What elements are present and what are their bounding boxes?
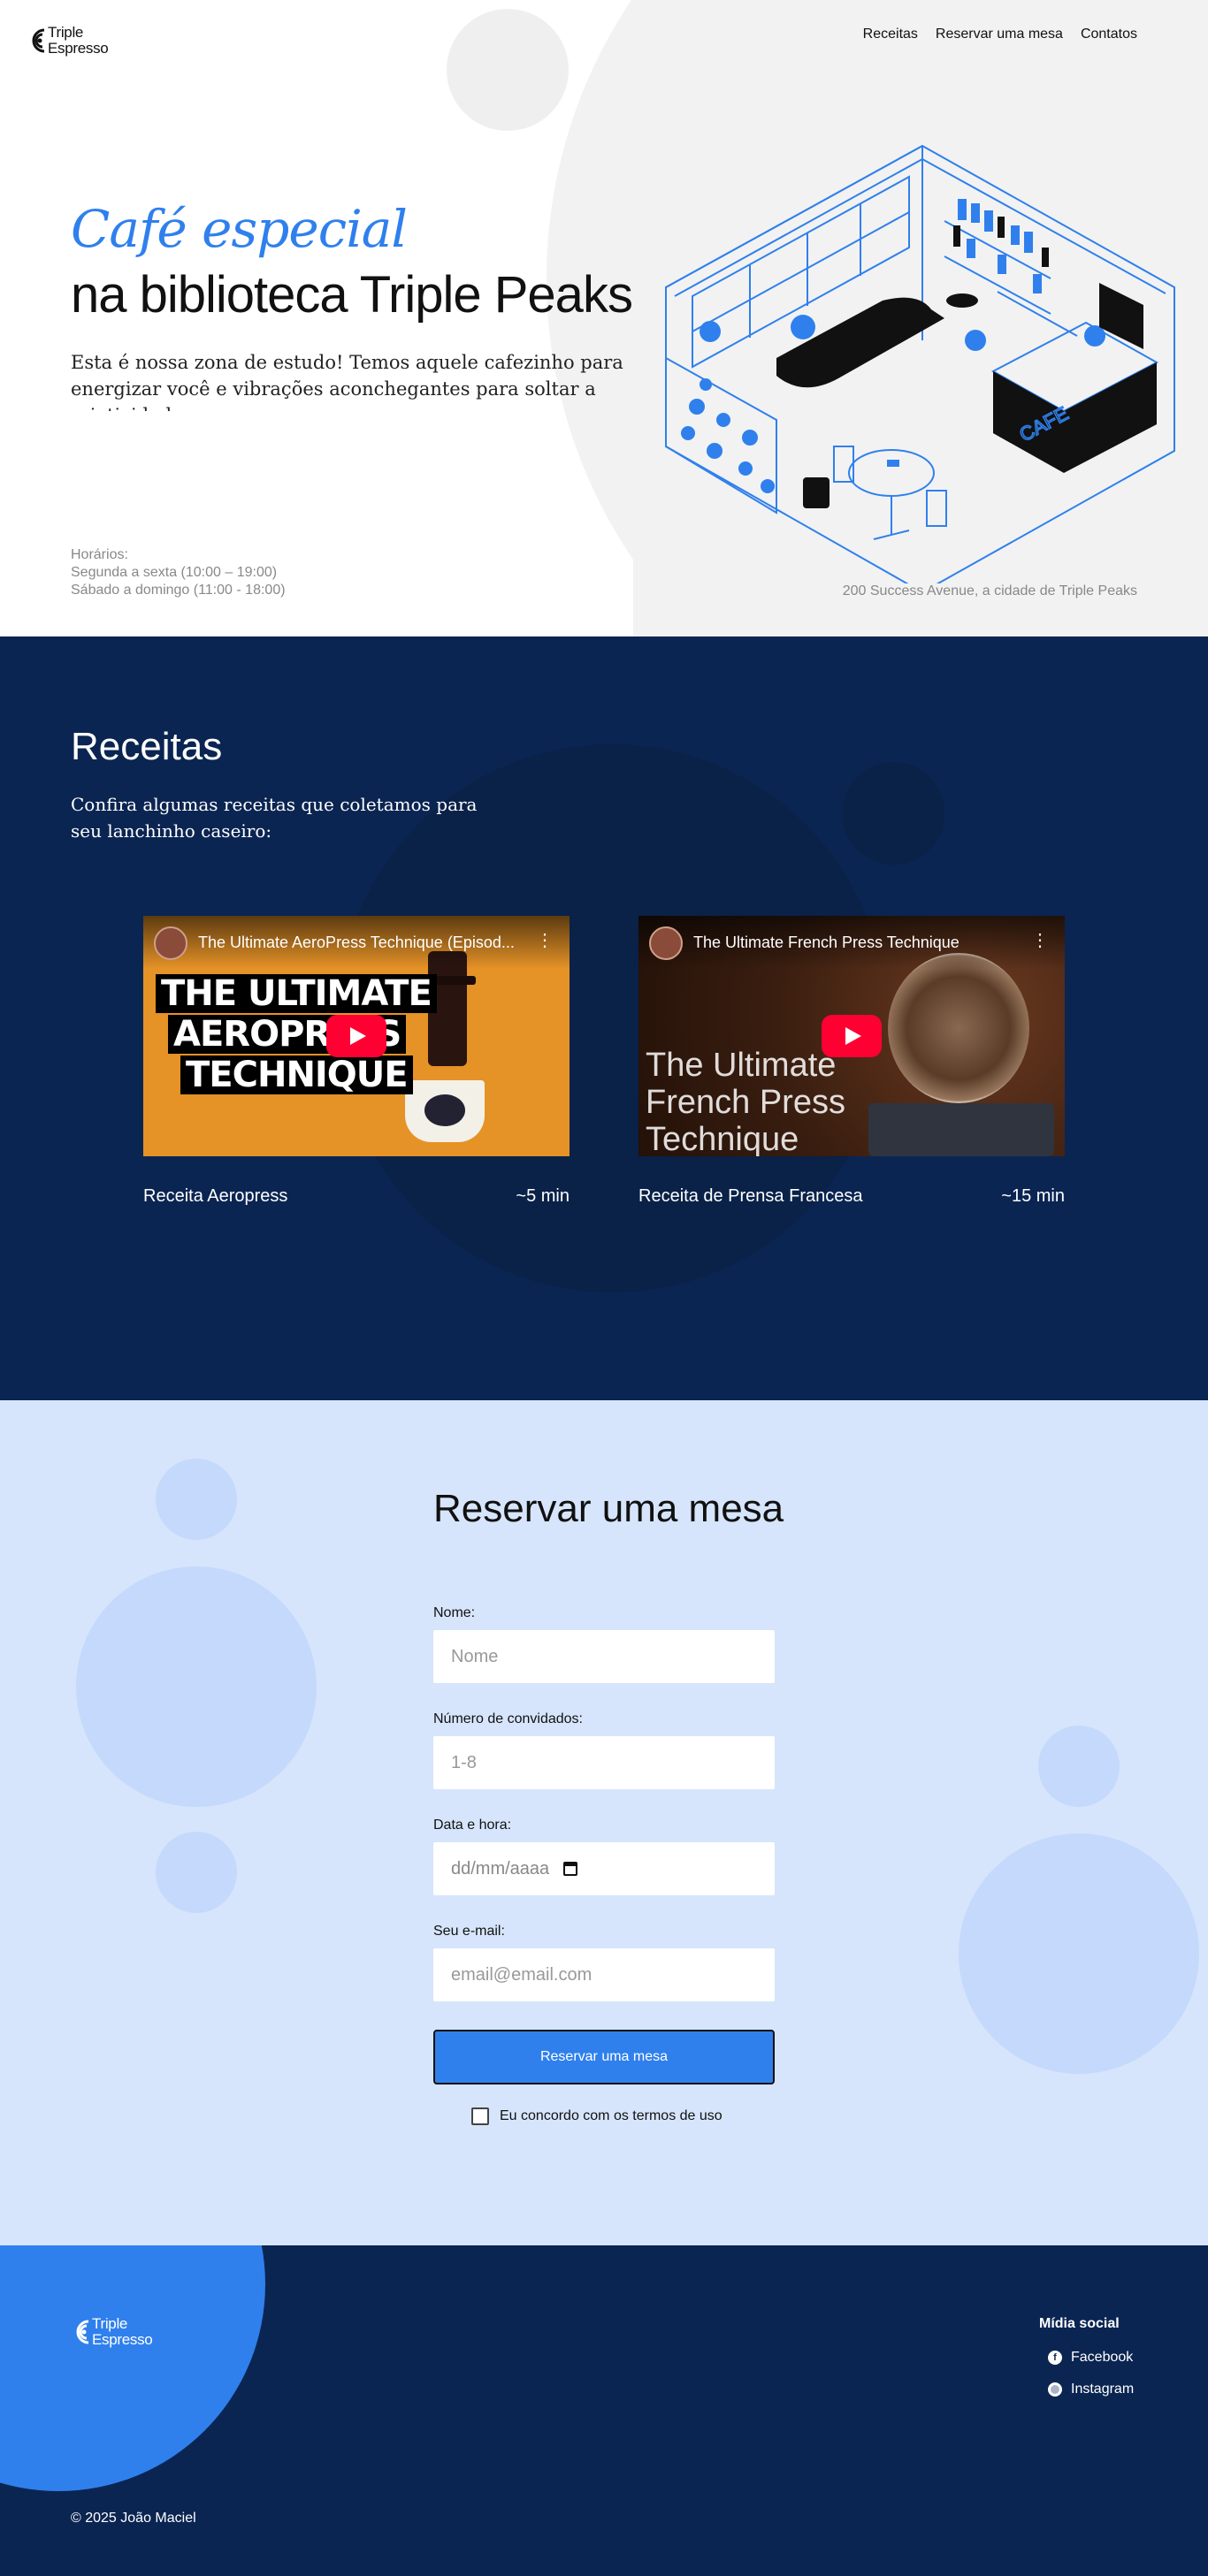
address: 200 Success Avenue, a cidade de Triple P… — [842, 583, 1137, 598]
recipe-name: Receita Aeropress — [143, 1186, 288, 1206]
logo-text-line2: Espresso — [48, 40, 109, 57]
play-icon[interactable] — [326, 1015, 386, 1057]
reservation-section: Reservar uma mesa Nome: Número de convid… — [0, 1400, 1208, 2245]
hero-description: Esta é nossa zona de estudo! Temos aquel… — [71, 352, 623, 411]
facebook-icon: f — [1048, 2351, 1062, 2365]
thumbnail-text: THE ULTIMATE AEROPRESS TECHNIQUE — [156, 974, 437, 1096]
date-placeholder: dd/mm/aaaa — [451, 1858, 550, 1879]
opening-hours: Horários: Segunda a sexta (10:00 – 19:00… — [71, 546, 286, 599]
logo-icon — [76, 2320, 89, 2344]
footer-logo[interactable]: Triple Espresso — [71, 2315, 153, 2348]
thumbnail-text-line3: TECHNIQUE — [180, 1056, 413, 1094]
recipes-section: Receitas Confira algumas receitas que co… — [0, 636, 1208, 1400]
decor-circle — [156, 1832, 237, 1913]
hours-label: Horários: — [71, 547, 128, 562]
name-field-box — [433, 1630, 775, 1683]
nav-link-reservar[interactable]: Reservar uma mesa — [936, 27, 1063, 42]
email-label: Seu e-mail: — [433, 1924, 505, 1939]
reserve-button[interactable]: Reservar uma mesa — [433, 2030, 775, 2084]
recipes-title: Receitas — [71, 725, 223, 768]
recipe-card-aeropress: Receita Aeropress ~5 min — [143, 1186, 570, 1207]
video-aeropress[interactable]: THE ULTIMATE AEROPRESS TECHNIQUE The Ult… — [143, 916, 570, 1156]
recipe-duration: ~15 min — [1001, 1186, 1065, 1206]
logo-text-line2: Espresso — [92, 2331, 153, 2348]
thumbnail-text: The Ultimate French Press Technique — [646, 1047, 845, 1156]
decor-circle — [959, 1833, 1199, 2074]
nav-link-receitas[interactable]: Receitas — [863, 27, 918, 42]
facebook-label: Facebook — [1071, 2350, 1134, 2365]
name-input[interactable] — [451, 1646, 757, 1667]
logo-text-line1: Triple — [92, 2315, 128, 2332]
hours-weekend: Sábado a domingo (11:00 - 18:00) — [71, 583, 286, 598]
guests-label: Número de convidados: — [433, 1711, 583, 1726]
name-label: Nome: — [433, 1605, 476, 1620]
logo-icon — [32, 28, 45, 53]
date-label: Data e hora: — [433, 1818, 512, 1833]
reservation-title: Reservar uma mesa — [433, 1487, 784, 1530]
email-input[interactable] — [451, 1964, 757, 1985]
decor-circle — [76, 1566, 317, 1807]
copyright: © 2025 João Maciel — [71, 2511, 196, 2526]
email-field-box — [433, 1948, 775, 2001]
play-icon[interactable] — [822, 1015, 882, 1057]
recipes-decor-circle-small — [842, 762, 944, 865]
terms-label: Eu concordo com os termos de uso — [500, 2108, 723, 2123]
hero-title: na biblioteca Triple Peaks — [71, 266, 633, 324]
guests-input[interactable] — [451, 1752, 757, 1773]
recipe-card-french-press: Receita de Prensa Francesa ~15 min — [638, 1186, 1065, 1207]
decor-circle — [1038, 1726, 1120, 1807]
terms-agreement: Eu concordo com os termos de uso — [471, 2107, 723, 2125]
footer-decor-circle — [0, 2245, 265, 2491]
recipe-name: Receita de Prensa Francesa — [638, 1186, 863, 1206]
date-input[interactable]: dd/mm/aaaa — [433, 1842, 775, 1895]
cafe-illustration: CAFE — [665, 144, 1175, 583]
logo-text: Triple Espresso — [48, 24, 109, 57]
logo[interactable]: Triple Espresso — [27, 24, 109, 57]
video-french-press[interactable]: The Ultimate French Press Technique The … — [638, 916, 1065, 1156]
hours-weekdays: Segunda a sexta (10:00 – 19:00) — [71, 565, 278, 580]
logo-text-line1: Triple — [48, 24, 84, 41]
french-press-image — [888, 953, 1029, 1103]
recipe-duration: ~5 min — [516, 1186, 570, 1206]
video-title[interactable]: The Ultimate AeroPress Technique (Episod… — [198, 934, 516, 952]
logo-text: Triple Espresso — [92, 2315, 153, 2348]
calendar-icon[interactable] — [563, 1862, 578, 1876]
hero-title-accent: Café especial — [71, 199, 408, 259]
site-header: Triple Espresso Receitas Reservar uma me… — [0, 0, 1208, 71]
social-title: Mídia social — [1039, 2316, 1120, 2331]
scale-image — [868, 1103, 1054, 1156]
channel-avatar[interactable] — [649, 926, 683, 960]
video-title[interactable]: The Ultimate French Press Technique — [693, 934, 1012, 952]
channel-avatar[interactable] — [154, 926, 187, 960]
guests-field-box — [433, 1736, 775, 1789]
more-vert-icon[interactable]: ⋮ — [1031, 932, 1049, 949]
instagram-icon — [1048, 2382, 1062, 2397]
terms-checkbox[interactable] — [471, 2107, 489, 2125]
hero-section: Triple Espresso Receitas Reservar uma me… — [0, 0, 1208, 636]
date-input-content: dd/mm/aaaa — [451, 1858, 578, 1879]
facebook-link[interactable]: f Facebook — [1048, 2350, 1133, 2366]
more-vert-icon[interactable]: ⋮ — [536, 932, 554, 949]
instagram-link[interactable]: Instagram — [1048, 2382, 1134, 2397]
nav-link-contatos[interactable]: Contatos — [1081, 27, 1137, 42]
instagram-label: Instagram — [1071, 2382, 1135, 2397]
site-footer: Triple Espresso Mídia social f Facebook … — [0, 2245, 1208, 2576]
decor-circle — [156, 1459, 237, 1540]
recipes-description: Confira algumas receitas que coletamos p… — [71, 794, 478, 842]
thumbnail-text-line1: THE ULTIMATE — [156, 974, 437, 1013]
main-nav: Receitas Reservar uma mesa Contatos — [863, 27, 1137, 42]
